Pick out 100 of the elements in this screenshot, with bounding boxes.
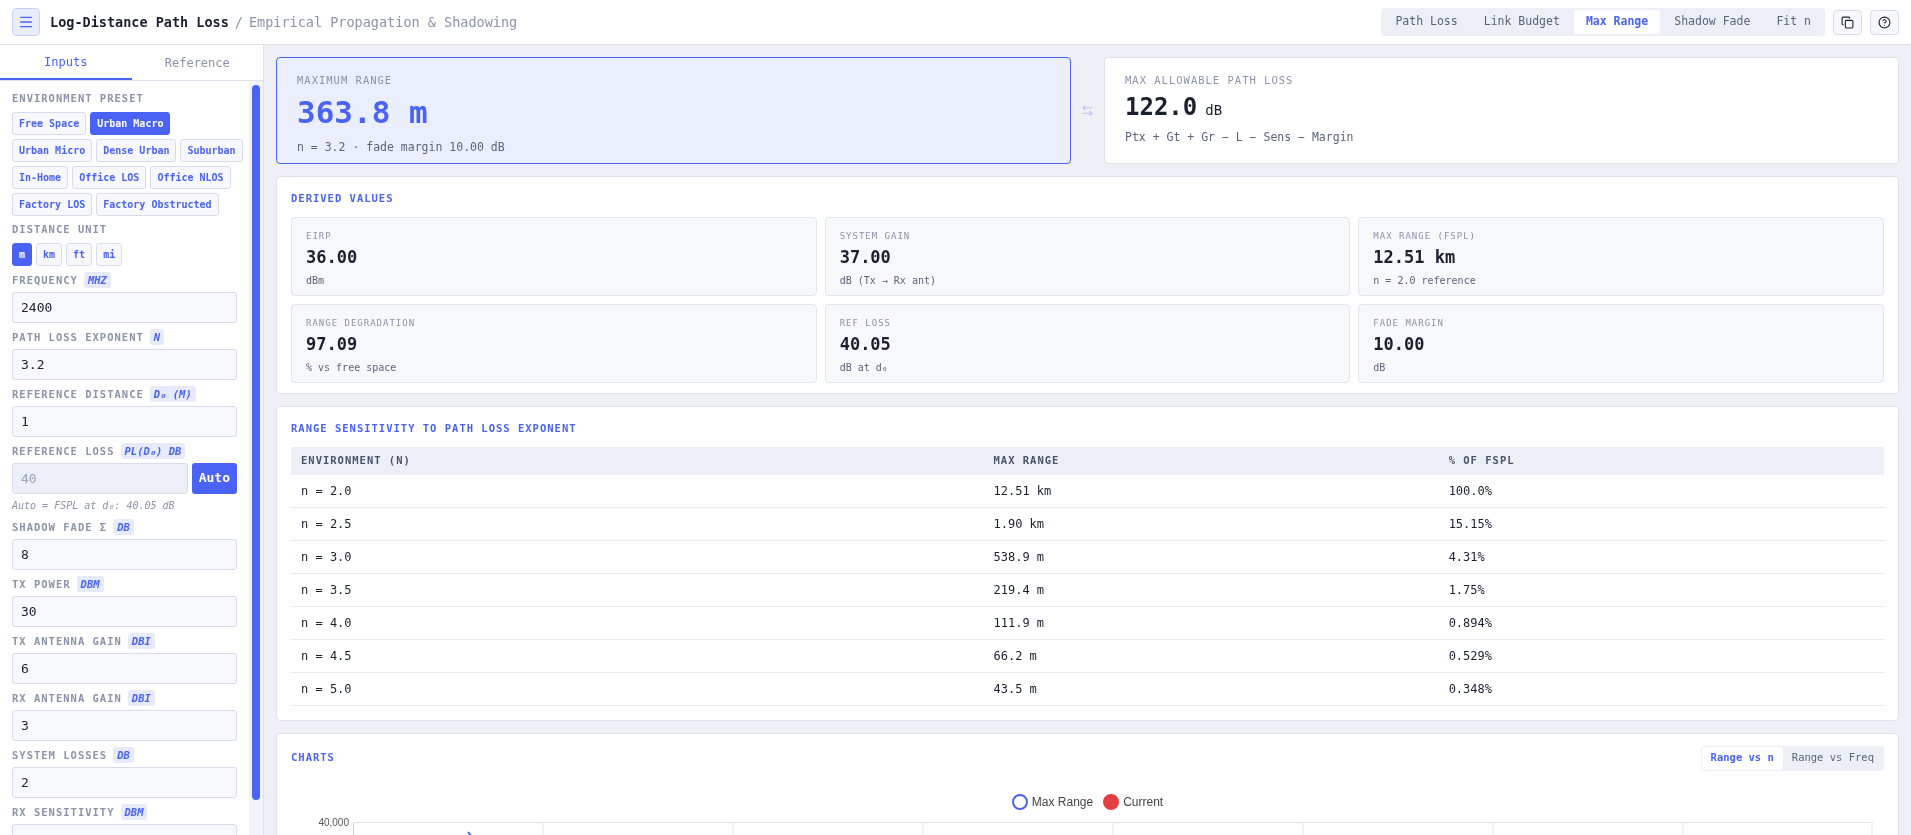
metric-value: 10.00 bbox=[1373, 333, 1426, 357]
sidebar-tab[interactable]: Reference bbox=[131, 45, 263, 80]
section-title: DERIVED VALUES bbox=[291, 191, 395, 206]
table-cell-text: n = 5.0 bbox=[300, 680, 353, 698]
unit-chip[interactable]: km bbox=[36, 242, 63, 266]
table-cell-text: n = 2.5 bbox=[300, 515, 353, 533]
legend-label: Current bbox=[1123, 793, 1164, 811]
chart-tab[interactable]: Range vs Freq bbox=[1782, 746, 1883, 770]
view-tab[interactable]: Shadow Fade bbox=[1662, 10, 1763, 34]
scrollbar-thumb[interactable] bbox=[252, 85, 260, 800]
metric-label: REF LOSS bbox=[839, 316, 892, 330]
menu-button[interactable] bbox=[12, 8, 40, 36]
unit-badge: D₀ (M) bbox=[149, 385, 196, 402]
help-button[interactable] bbox=[1870, 9, 1899, 35]
table-cell-text: n = 4.5 bbox=[300, 647, 353, 665]
preset-chip[interactable]: Free Space bbox=[12, 111, 87, 135]
unit-badge: N bbox=[149, 328, 165, 345]
table-cell-text: n = 4.0 bbox=[300, 614, 353, 632]
input-field[interactable]: 6 bbox=[12, 652, 237, 684]
app-subtitle: Empirical Propagation & Shadowing bbox=[248, 12, 518, 32]
preset-chip[interactable]: Urban Macro bbox=[90, 111, 171, 135]
field-label: TX POWER bbox=[12, 576, 71, 591]
preset-chip[interactable]: Factory Obstructed bbox=[96, 192, 219, 216]
table-cell-text: 100.0% bbox=[1447, 482, 1493, 500]
unit-badge: DB bbox=[113, 518, 134, 535]
unit-chip[interactable]: mi bbox=[96, 242, 123, 266]
card-value: 122.0 bbox=[1125, 91, 1198, 123]
view-tab[interactable]: Link Budget bbox=[1471, 10, 1572, 34]
unit-badge: DBM bbox=[120, 803, 148, 820]
column-header: MAX RANGE bbox=[992, 452, 1061, 468]
unit-chip[interactable]: ft bbox=[66, 242, 93, 266]
view-tab[interactable]: Max Range bbox=[1573, 10, 1661, 34]
input-field[interactable]: 8 bbox=[12, 538, 237, 570]
unit-badge: PL(D₀) DB bbox=[120, 442, 186, 459]
metric-label: EIRP bbox=[306, 229, 333, 243]
metric-value: 97.09 bbox=[306, 333, 359, 357]
input-field[interactable]: 30 bbox=[12, 595, 237, 627]
input-field[interactable]: 3.2 bbox=[12, 348, 237, 380]
column-header: ENVIRONMENT (N) bbox=[300, 452, 412, 468]
field-label: PATH LOSS EXPONENT bbox=[12, 329, 144, 344]
table-cell-text: 219.4 m bbox=[992, 581, 1046, 599]
input-field[interactable]: 2400 bbox=[12, 291, 237, 323]
preset-chip[interactable]: Suburban bbox=[180, 138, 243, 162]
metric-value: 37.00 bbox=[839, 246, 892, 270]
unit-badge: DBM bbox=[76, 575, 104, 592]
metric-label: RANGE DEGRADATION bbox=[306, 316, 417, 330]
table-cell-text: 15.15% bbox=[1447, 515, 1493, 533]
menu-icon bbox=[18, 14, 34, 30]
metric-value: 40.05 bbox=[839, 333, 892, 357]
table-cell-text: 0.894% bbox=[1447, 614, 1493, 632]
table-cell-text: 1.75% bbox=[1447, 581, 1486, 599]
table-cell-text: 4.31% bbox=[1447, 548, 1486, 566]
unit-badge: DB bbox=[113, 746, 134, 763]
table-cell-text: 111.9 m bbox=[992, 614, 1046, 632]
card-label: MAX ALLOWABLE PATH LOSS bbox=[1125, 73, 1295, 88]
table-cell-text: 0.348% bbox=[1447, 680, 1493, 698]
view-tab[interactable]: Path Loss bbox=[1383, 10, 1470, 34]
preset-chip[interactable]: In-Home bbox=[12, 165, 69, 189]
metric-note: n = 2.0 reference bbox=[1373, 273, 1477, 288]
title-separator: / bbox=[234, 12, 243, 32]
view-tab[interactable]: Fit n bbox=[1764, 10, 1823, 34]
input-field[interactable]: 2 bbox=[12, 766, 237, 798]
card-note: n = 3.2 · fade margin 10.00 dB bbox=[297, 139, 506, 157]
copy-icon bbox=[1841, 15, 1854, 29]
preset-chip[interactable]: Office LOS bbox=[72, 165, 147, 189]
sidebar-tab[interactable]: Inputs bbox=[0, 45, 132, 80]
field-label: REFERENCE DISTANCE bbox=[12, 386, 144, 401]
table-cell-text: n = 3.5 bbox=[300, 581, 353, 599]
field-label: REFERENCE LOSS bbox=[12, 443, 115, 458]
section-label: ENVIRONMENT PRESET bbox=[12, 91, 145, 106]
metric-label: FADE MARGIN bbox=[1373, 316, 1445, 330]
field-label: RX SENSITIVITY bbox=[12, 804, 115, 819]
unit-badge: DBI bbox=[127, 632, 155, 649]
preset-chip[interactable]: Dense Urban bbox=[96, 138, 177, 162]
preset-chip[interactable]: Factory LOS bbox=[12, 192, 93, 216]
preset-chip[interactable]: Urban Micro bbox=[12, 138, 93, 162]
column-header: % OF FSPL bbox=[1447, 452, 1516, 468]
unit-badge: DBI bbox=[127, 689, 155, 706]
chart-tab[interactable]: Range vs n bbox=[1701, 746, 1783, 770]
table-cell-text: 43.5 m bbox=[992, 680, 1038, 698]
card-note: Ptx + Gt + Gr − L − Sens − Margin bbox=[1125, 128, 1355, 146]
input-field[interactable]: 3 bbox=[12, 709, 237, 741]
field-label: RX ANTENNA GAIN bbox=[12, 690, 122, 705]
unit-chip[interactable]: m bbox=[12, 242, 33, 266]
metric-note: % vs free space bbox=[306, 360, 398, 375]
copy-button[interactable] bbox=[1833, 9, 1862, 35]
metric-note: dB at d₀ bbox=[839, 360, 889, 375]
metric-label: MAX RANGE (FSPL) bbox=[1373, 229, 1478, 243]
app-title: Log-Distance Path Loss bbox=[50, 12, 229, 32]
input-field[interactable]: 1 bbox=[12, 405, 237, 437]
table-cell-text: 12.51 km bbox=[992, 482, 1053, 500]
help-icon bbox=[1878, 15, 1891, 29]
swap-icon bbox=[1081, 104, 1094, 117]
field-label: TX ANTENNA GAIN bbox=[12, 633, 122, 648]
preset-chip[interactable]: Office NLOS bbox=[150, 165, 231, 189]
unit-badge: MHZ bbox=[83, 271, 111, 288]
card-label: MAXIMUM RANGE bbox=[297, 73, 394, 88]
field-label: SYSTEM LOSSES bbox=[12, 747, 108, 762]
metric-note: dBm bbox=[306, 273, 326, 288]
field-label: SHADOW FADE Σ bbox=[12, 519, 108, 534]
